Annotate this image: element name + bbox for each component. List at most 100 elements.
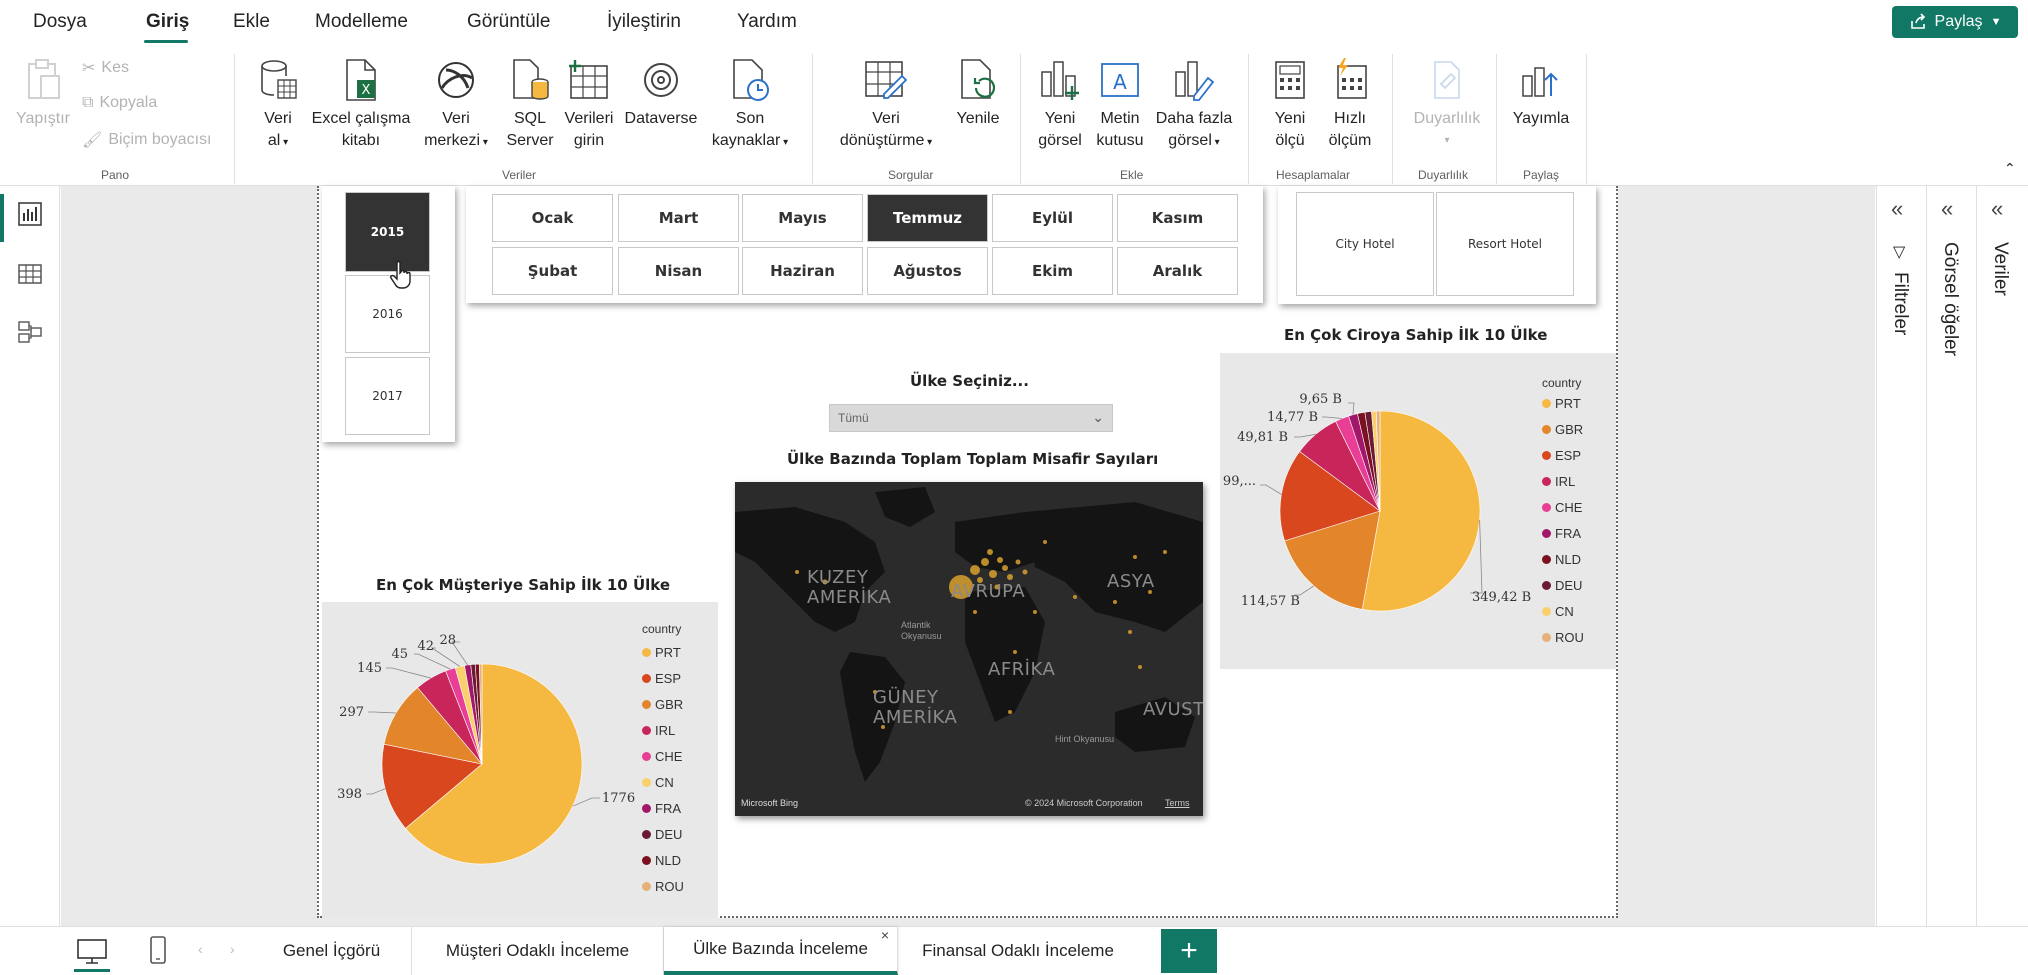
menu-home[interactable]: Giriş — [146, 11, 189, 33]
format-painter-button[interactable]: 🖌 Biçim boyacısı — [82, 130, 211, 150]
report-view-icon[interactable] — [16, 200, 44, 228]
revenue-legend-item[interactable]: ESP — [1542, 448, 1581, 463]
customers-legend-item[interactable]: ROU — [642, 879, 684, 894]
enter-data-button[interactable]: Verileri girin — [560, 58, 618, 152]
filters-pane[interactable]: « ▽ Filtreler — [1876, 186, 1926, 926]
menu-view[interactable]: Görüntüle — [467, 11, 550, 33]
month-tile-eylul[interactable]: Eylül — [992, 194, 1113, 242]
year-tile-2017[interactable]: 2017 — [345, 357, 430, 435]
customers-data-label: 297 — [339, 705, 364, 720]
customers-legend-item[interactable]: GBR — [642, 697, 683, 712]
menu-insert[interactable]: Ekle — [233, 11, 270, 33]
chevron-left-icon[interactable]: ‹ — [198, 941, 203, 957]
share-button[interactable]: Paylaş ▼ — [1892, 6, 2018, 38]
add-page-button[interactable]: + — [1161, 929, 1217, 973]
customers-legend-item[interactable]: DEU — [642, 827, 682, 842]
more-visuals-button[interactable]: Daha fazla görsel ▾ — [1150, 58, 1238, 154]
customers-data-label: 398 — [337, 787, 362, 802]
data-pane[interactable]: « Veriler — [1976, 186, 2028, 926]
expand-filters-icon[interactable]: « — [1891, 196, 1903, 222]
expand-visuals-icon[interactable]: « — [1941, 196, 1953, 222]
month-tile-haziran[interactable]: Haziran — [742, 247, 863, 295]
map-terms-link[interactable]: Terms — [1165, 798, 1190, 808]
page-tab-finance[interactable]: Finansal Odaklı İnceleme — [898, 927, 1138, 975]
customers-legend-item[interactable]: CN — [642, 775, 674, 790]
visuals-pane[interactable]: « Görsel öğeler — [1926, 186, 1976, 926]
customers-legend-marker — [642, 778, 651, 787]
text-box-button[interactable]: A Metin kutusu — [1090, 58, 1150, 152]
month-tile-temmuz[interactable]: Temmuz — [867, 194, 988, 242]
chevron-right-icon[interactable]: › — [230, 941, 235, 957]
month-tile-agustos[interactable]: Ağustos — [867, 247, 988, 295]
revenue-legend-item[interactable]: IRL — [1542, 474, 1575, 489]
month-tile-ocak[interactable]: Ocak — [492, 194, 613, 242]
expand-data-icon[interactable]: « — [1991, 196, 2003, 222]
customers-legend-item[interactable]: FRA — [642, 801, 681, 816]
table-view-icon[interactable] — [16, 260, 44, 288]
revenue-legend-item[interactable]: ROU — [1542, 630, 1584, 645]
active-layout-indicator — [74, 969, 110, 972]
excel-workbook-button[interactable]: X Excel çalışma kitabı — [308, 58, 414, 152]
year-tile-2015[interactable]: 2015 — [345, 192, 430, 272]
revenue-legend-label: ROU — [1555, 630, 1584, 645]
customers-legend-item[interactable]: NLD — [642, 853, 681, 868]
get-data-button[interactable]: Veri al ▾ — [250, 58, 306, 154]
page-tab-country[interactable]: Ülke Bazında İnceleme × — [664, 927, 898, 975]
month-tile-subat[interactable]: Şubat — [492, 247, 613, 295]
copy-button[interactable]: ⧉ Kopyala — [82, 94, 157, 112]
customers-legend-item[interactable]: CHE — [642, 749, 682, 764]
publish-button[interactable]: Yayımla — [1506, 58, 1576, 130]
customers-data-label: 145 — [357, 661, 382, 676]
sensitivity-button[interactable]: Duyarlılık ▾ — [1404, 58, 1490, 152]
model-view-icon[interactable] — [16, 318, 44, 346]
menu-help[interactable]: Yardım — [737, 11, 797, 33]
quick-measure-button[interactable]: Hızlı ölçüm — [1320, 58, 1380, 152]
hotel-tile-city[interactable]: City Hotel — [1296, 192, 1434, 296]
menu-modeling[interactable]: Modelleme — [315, 11, 408, 33]
hotel-tile-resort[interactable]: Resort Hotel — [1436, 192, 1574, 296]
menu-optimize[interactable]: İyileştirin — [607, 11, 681, 33]
menu-file[interactable]: Dosya — [33, 11, 87, 33]
new-measure-button[interactable]: Yeni ölçü — [1262, 58, 1318, 152]
new-visual-button[interactable]: Yeni görsel — [1030, 58, 1090, 152]
month-tile-mayis[interactable]: Mayıs — [742, 194, 863, 242]
revenue-legend-item[interactable]: FRA — [1542, 526, 1581, 541]
world-map[interactable]: KUZEY AMERİKA AVRUPA ASYA AFRİKA GÜNEY AME… — [735, 482, 1203, 816]
mobile-layout-icon[interactable] — [148, 935, 168, 965]
month-tile-ekim[interactable]: Ekim — [992, 247, 1113, 295]
revenue-legend-item[interactable]: NLD — [1542, 552, 1581, 567]
group-label-duyarlilik: Duyarlılık — [1418, 168, 1469, 182]
revenue-legend-title: country — [1542, 376, 1582, 390]
map-label-line: GÜNEY — [873, 687, 939, 708]
dataverse-button[interactable]: Dataverse — [620, 58, 702, 130]
revenue-legend-label: FRA — [1555, 526, 1581, 541]
revenue-legend-item[interactable]: CN — [1542, 604, 1574, 619]
revenue-legend-item[interactable]: DEU — [1542, 578, 1582, 593]
month-tile-mart[interactable]: Mart — [618, 194, 739, 242]
collapse-ribbon-icon[interactable]: ⌃ — [2004, 160, 2016, 177]
customers-legend-item[interactable]: IRL — [642, 723, 675, 738]
transform-data-button[interactable]: Veri dönüştürme ▾ — [824, 58, 948, 154]
close-tab-icon[interactable]: × — [881, 927, 889, 943]
customers-legend-marker — [642, 856, 651, 865]
page-tab-customer[interactable]: Müşteri Odaklı İnceleme — [412, 927, 664, 975]
data-pane-title: Veriler — [1990, 242, 2011, 296]
recent-sources-button[interactable]: Son kaynaklar ▾ — [704, 58, 796, 154]
revenue-legend-item[interactable]: CHE — [1542, 500, 1582, 515]
customers-legend-item[interactable]: PRT — [642, 645, 681, 660]
desktop-layout-icon[interactable] — [76, 937, 108, 965]
month-tile-kasim[interactable]: Kasım — [1117, 194, 1238, 242]
data-hub-button[interactable]: Veri merkezi ▾ — [416, 58, 496, 154]
country-dropdown[interactable]: Tümü ⌄ — [829, 404, 1113, 432]
year-tile-2016[interactable]: 2016 — [345, 275, 430, 353]
cut-button[interactable]: ✂ Kes — [82, 58, 129, 78]
paste-button[interactable]: Yapıştır — [12, 58, 74, 130]
revenue-legend-item[interactable]: PRT — [1542, 396, 1581, 411]
sql-server-button[interactable]: SQL Server — [500, 58, 560, 152]
month-tile-nisan[interactable]: Nisan — [618, 247, 739, 295]
customers-legend-item[interactable]: ESP — [642, 671, 681, 686]
refresh-button[interactable]: Yenile — [948, 58, 1008, 130]
month-tile-aralik[interactable]: Aralık — [1117, 247, 1238, 295]
revenue-legend-item[interactable]: GBR — [1542, 422, 1583, 437]
page-tab-general[interactable]: Genel İçgörü — [252, 927, 412, 975]
